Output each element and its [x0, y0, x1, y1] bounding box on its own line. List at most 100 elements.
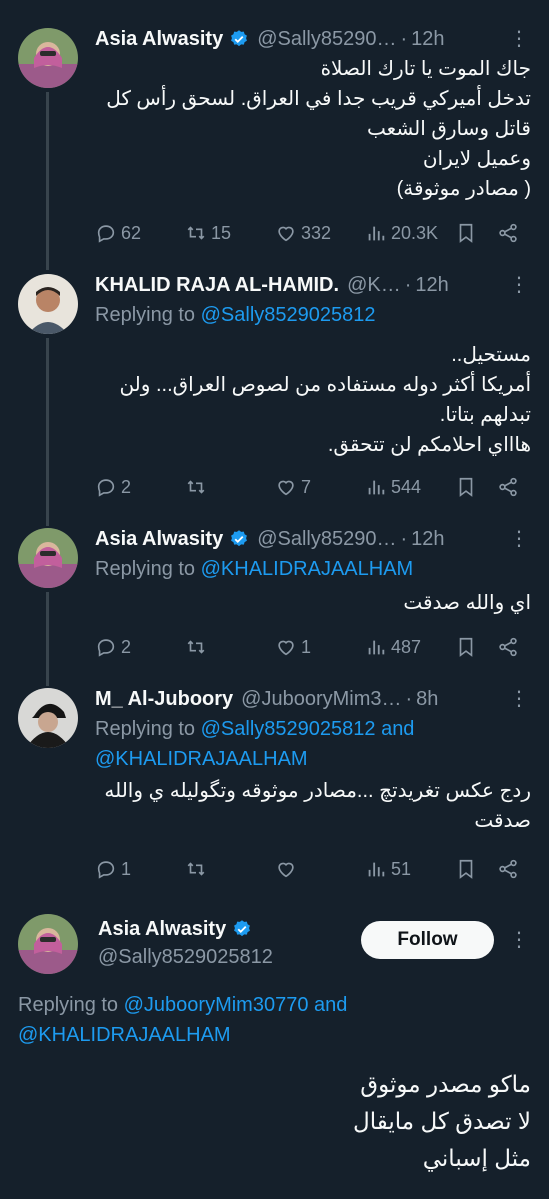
- user-handle[interactable]: @Sally85290…: [257, 528, 396, 551]
- share-icon: [499, 859, 517, 879]
- reply-icon: [97, 479, 115, 497]
- views-button[interactable]: 20.3K: [365, 222, 438, 244]
- retweet-button[interactable]: [185, 858, 211, 880]
- views-icon: [368, 480, 385, 495]
- tweet-text: جاك الموت يا تارك الصلاة تدخل أميركي قري…: [106, 58, 531, 200]
- separator-dot: ·: [404, 273, 412, 296]
- share-button[interactable]: [497, 858, 519, 880]
- bookmark-icon: [459, 223, 473, 243]
- tweet[interactable]: M_ Al-Juboory @JubooryMim3… · 8h ⋮ Reply…: [0, 680, 549, 890]
- tweet-header: Asia Alwasity: [98, 916, 273, 942]
- tweet[interactable]: Asia Alwasity @Sally85290… · 12h ⋮ Reply…: [0, 510, 549, 680]
- retweet-button[interactable]: [185, 636, 211, 658]
- reply-count: 2: [121, 476, 132, 497]
- like-button[interactable]: 7: [275, 476, 311, 498]
- heart-icon: [278, 480, 294, 496]
- like-button[interactable]: 332: [275, 222, 331, 244]
- verified-badge-icon: [232, 919, 252, 939]
- like-count: 332: [301, 222, 332, 243]
- user-handle[interactable]: @K…: [347, 274, 401, 297]
- bookmark-button[interactable]: [455, 636, 477, 658]
- tweet-actions: 2 7 544: [95, 472, 531, 502]
- bookmark-button[interactable]: [455, 476, 477, 498]
- bookmark-icon: [459, 637, 473, 657]
- share-icon: [499, 477, 517, 497]
- reply-icon: [97, 225, 115, 243]
- focused-tweet[interactable]: Asia Alwasity @Sally8529025812 Follow ⋮ …: [0, 890, 549, 1199]
- user-handle[interactable]: @Sally85290…: [257, 28, 396, 51]
- retweet-button[interactable]: 15: [185, 222, 231, 244]
- tweet-header: Asia Alwasity @Sally85290… · 12h: [95, 26, 531, 52]
- reply-button[interactable]: 2: [95, 476, 131, 498]
- share-button[interactable]: [497, 476, 519, 498]
- share-button[interactable]: [497, 636, 519, 658]
- avatar[interactable]: [18, 914, 78, 974]
- retweet-icon: [187, 226, 205, 240]
- share-icon: [499, 223, 517, 243]
- heart-icon: [278, 640, 294, 656]
- timestamp[interactable]: 12h: [411, 528, 444, 551]
- retweet-button[interactable]: [185, 476, 211, 498]
- verified-badge-icon: [229, 29, 249, 49]
- tweet-text: ماكو مصدر موثوق لا تصدق كل مايقال مثل إس…: [352, 1071, 531, 1171]
- avatar[interactable]: [18, 688, 78, 748]
- reply-count: 62: [121, 222, 142, 243]
- reply-count: 1: [121, 858, 132, 879]
- bookmark-icon: [459, 477, 473, 497]
- display-name[interactable]: M_ Al-Juboory: [95, 688, 233, 711]
- user-handle[interactable]: @Sally8529025812: [98, 944, 273, 970]
- tweet-text: مستحيل.. أمريكا أكثر دوله مستفاده من لصو…: [119, 344, 531, 456]
- retweet-icon: [187, 480, 205, 494]
- retweet-icon: [187, 640, 205, 654]
- tweet-text: ردج عكس تغريدتچ ...مصادر موثوقه وتگوليله…: [104, 780, 531, 832]
- timestamp[interactable]: 8h: [416, 688, 438, 711]
- timestamp[interactable]: 12h: [415, 274, 448, 297]
- display-name[interactable]: KHALID RAJA AL-HAMID.: [95, 274, 339, 297]
- share-button[interactable]: [497, 222, 519, 244]
- tweet[interactable]: Asia Alwasity @Sally85290… · 12h ⋮ جاك ا…: [0, 0, 549, 260]
- separator-dot: ·: [400, 527, 408, 550]
- views-icon: [368, 226, 385, 241]
- like-count: 1: [301, 636, 312, 657]
- views-button[interactable]: 51: [365, 858, 411, 880]
- bookmark-button[interactable]: [455, 858, 477, 880]
- display-name[interactable]: Asia Alwasity: [95, 28, 223, 51]
- user-handle[interactable]: @JubooryMim3…: [241, 688, 401, 711]
- bookmark-button[interactable]: [455, 222, 477, 244]
- tweet-actions: 1 51: [95, 854, 531, 884]
- reply-button[interactable]: 1: [95, 858, 131, 880]
- replying-to: Replying to @JubooryMim30770 and @KHALID…: [18, 994, 348, 1046]
- tweet-actions: 62 15 332 20.3K: [95, 218, 531, 248]
- tweet[interactable]: KHALID RAJA AL-HAMID. @K… · 12h ⋮ Replyi…: [0, 260, 549, 510]
- replying-to: Replying to @Sally8529025812 and @KHALID…: [95, 718, 415, 770]
- more-options-icon[interactable]: ⋮: [507, 26, 531, 52]
- like-button[interactable]: [275, 858, 301, 880]
- avatar[interactable]: [18, 28, 78, 88]
- tweet-header: Asia Alwasity @Sally85290… · 12h: [95, 526, 531, 552]
- views-icon: [368, 862, 385, 877]
- avatar[interactable]: [18, 274, 78, 334]
- more-options-icon[interactable]: ⋮: [507, 526, 531, 552]
- follow-button[interactable]: Follow: [361, 921, 494, 959]
- mention-link[interactable]: @Sally8529025812: [201, 304, 376, 326]
- like-button[interactable]: 1: [275, 636, 311, 658]
- reply-icon: [97, 639, 115, 657]
- like-count: 7: [301, 476, 312, 497]
- timestamp[interactable]: 12h: [411, 28, 444, 51]
- views-icon: [368, 640, 385, 655]
- view-count: 487: [391, 636, 422, 657]
- reply-button[interactable]: 62: [95, 222, 141, 244]
- more-options-icon[interactable]: ⋮: [507, 686, 531, 712]
- avatar[interactable]: [18, 528, 78, 588]
- reply-button[interactable]: 2: [95, 636, 131, 658]
- more-options-icon[interactable]: ⋮: [507, 272, 531, 298]
- separator-dot: ·: [405, 687, 413, 710]
- share-icon: [499, 637, 517, 657]
- views-button[interactable]: 544: [365, 476, 421, 498]
- display-name[interactable]: Asia Alwasity: [98, 918, 226, 941]
- views-button[interactable]: 487: [365, 636, 421, 658]
- more-options-icon[interactable]: ⋮: [507, 927, 531, 953]
- display-name[interactable]: Asia Alwasity: [95, 528, 223, 551]
- replying-to: Replying to @Sally8529025812: [95, 304, 376, 326]
- mention-link[interactable]: @KHALIDRAJAALHAM: [201, 558, 414, 580]
